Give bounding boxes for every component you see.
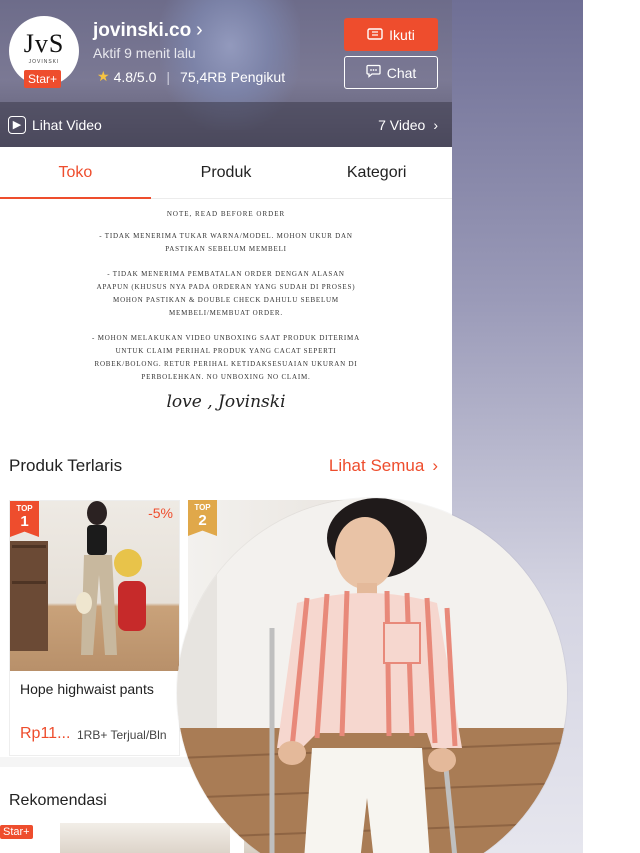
badge-rank: 2 — [198, 512, 207, 529]
chat-bubble-icon — [366, 64, 381, 81]
product-card[interactable]: TOP 1 -5% Hope highwaist pants Rp11... 1… — [9, 500, 180, 756]
shop-header: JvS JOVINSKI Star+ jovinski.co › Aktif 9… — [0, 0, 452, 147]
product-name: Hope highwaist pants — [20, 681, 154, 697]
tab-produk[interactable]: Produk — [151, 147, 302, 198]
tab-toko[interactable]: Toko — [0, 147, 151, 199]
notice-rule-3: - MOHON MELAKUKAN VIDEO UNBOXING SAAT PR… — [92, 334, 360, 381]
shop-name[interactable]: jovinski.co — [93, 20, 191, 42]
product-sold-count: 1RB+ Terjual/Bln — [77, 728, 167, 742]
follow-label: Ikuti — [389, 26, 415, 43]
star-icon: ★ — [97, 68, 110, 84]
product-image[interactable] — [60, 823, 230, 853]
star-plus-badge: Star+ — [24, 70, 62, 88]
video-icon: ▶ — [8, 115, 26, 134]
video-bar[interactable]: ▶ Lihat Video 7 Video › — [0, 102, 452, 147]
background-white-strip — [583, 0, 640, 853]
discount-label: -5% — [148, 505, 173, 521]
shop-stats: ★ 4.8/5.0 | 75,4RB Pengikut — [97, 68, 285, 85]
notice-rule-2: - TIDAK MENERIMA PEMBATALAN ORDER DENGAN… — [96, 270, 356, 317]
star-plus-badge: Star+ — [0, 825, 33, 839]
ticket-icon — [367, 27, 383, 43]
badge-rank: 1 — [20, 513, 29, 530]
product-price: Rp11... — [20, 725, 71, 742]
shop-tabs: Toko Produk Kategori — [0, 147, 452, 199]
section-title: Rekomendasi — [9, 792, 107, 809]
tab-kategori[interactable]: Kategori — [301, 147, 452, 198]
video-count-link[interactable]: 7 Video › — [378, 117, 438, 133]
badge-top-label: TOP — [16, 504, 33, 513]
chevron-right-icon: › — [433, 116, 438, 133]
product-image: TOP 1 -5% — [10, 501, 179, 671]
see-all-link[interactable]: Lihat Semua › — [329, 456, 438, 476]
see-all-label: Lihat Semua — [328, 456, 425, 475]
video-link[interactable]: ▶ Lihat Video — [8, 115, 102, 134]
follow-button[interactable]: Ikuti — [344, 18, 438, 51]
notice-signature: love , Jovinski — [166, 392, 286, 412]
follower-count: 75,4RB Pengikut — [180, 68, 286, 85]
chat-button[interactable]: Chat — [344, 56, 438, 89]
notice-title: NOTE, READ BEFORE ORDER — [166, 210, 286, 218]
logo-text: JvS — [23, 29, 65, 58]
video-count: 7 Video — [378, 116, 426, 133]
chat-label: Chat — [386, 64, 417, 81]
shop-notice-banner: NOTE, READ BEFORE ORDER - TIDAK MENERIMA… — [0, 199, 452, 437]
section-title: Produk Terlaris — [9, 456, 123, 475]
shop-rating: 4.8/5.0 — [113, 68, 157, 85]
divider: | — [166, 68, 171, 85]
chevron-right-icon: › — [432, 456, 438, 475]
video-link-label: Lihat Video — [32, 116, 102, 133]
top-rank-badge: TOP 2 — [188, 500, 217, 536]
top-rank-badge: TOP 1 — [10, 501, 39, 537]
active-status: Aktif 9 menit lalu — [93, 45, 196, 61]
logo-subtext: JOVINSKI — [28, 59, 60, 65]
chevron-right-icon[interactable]: › — [196, 19, 203, 42]
notice-rule-1: - TIDAK MENERIMA TUKAR WARNA/MODEL. MOHO… — [99, 232, 353, 253]
badge-top-label: TOP — [194, 503, 211, 512]
